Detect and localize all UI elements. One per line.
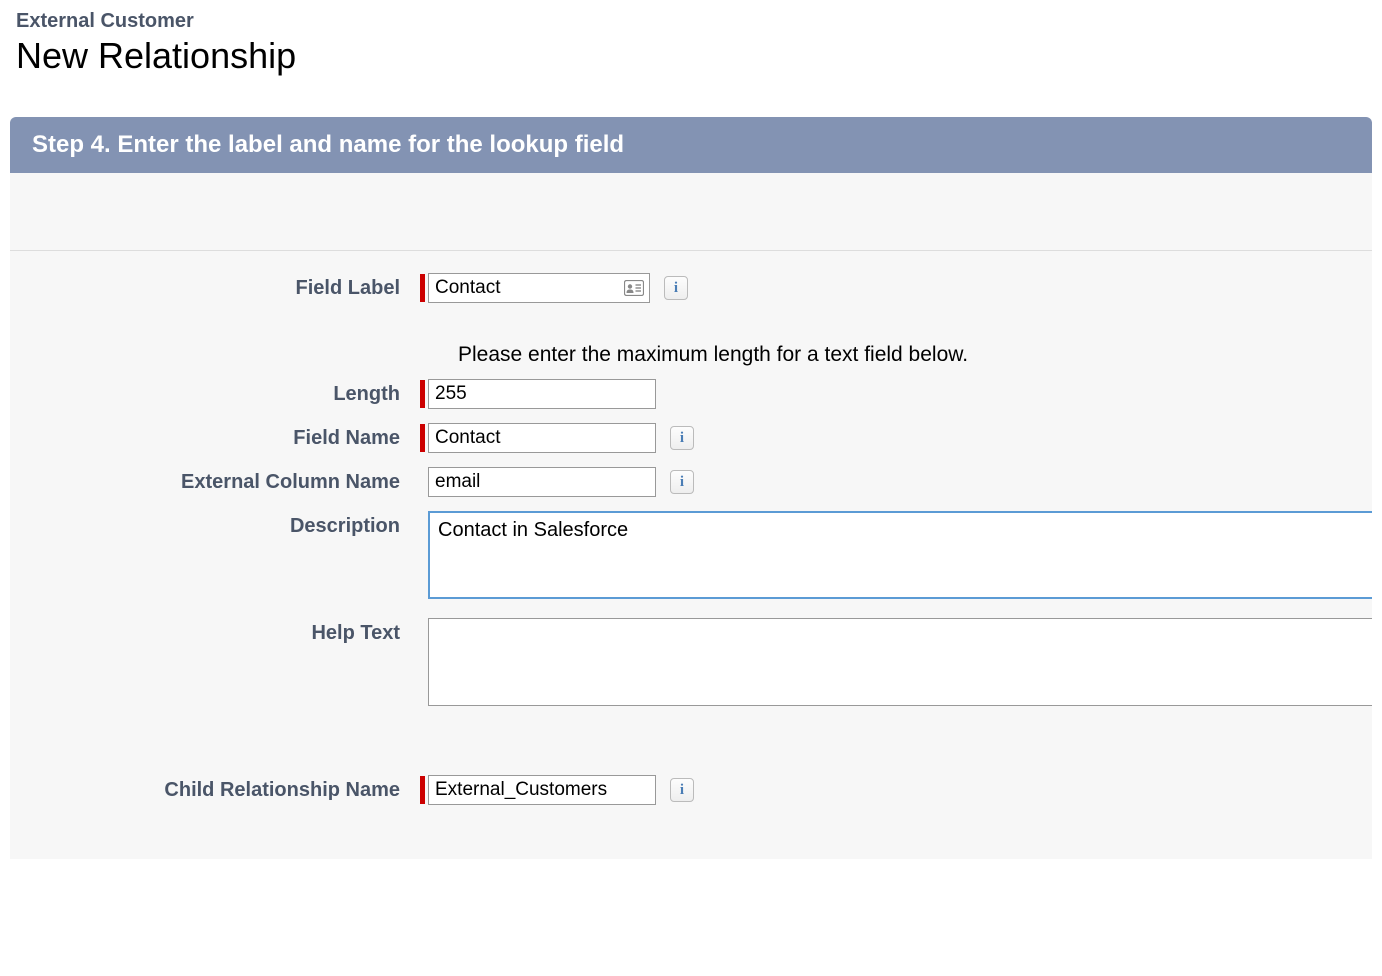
length-row: Length xyxy=(10,379,1372,409)
info-icon: i xyxy=(680,430,684,447)
step-header: Step 4. Enter the label and name for the… xyxy=(10,117,1372,173)
form-area: Field Label xyxy=(10,173,1372,859)
length-control xyxy=(420,379,1372,409)
required-indicator xyxy=(420,380,425,408)
info-icon: i xyxy=(680,782,684,799)
external-column-name-label: External Column Name xyxy=(10,467,420,494)
help-text-row: Help Text xyxy=(10,618,1372,711)
field-label-input-wrapper xyxy=(428,273,650,303)
external-column-name-row: External Column Name i xyxy=(10,467,1372,497)
page-title: New Relationship xyxy=(16,35,1366,77)
field-label-row: Field Label xyxy=(10,273,1372,303)
form-body: Field Label xyxy=(10,251,1372,859)
child-relationship-name-row: Child Relationship Name i xyxy=(10,775,1372,805)
field-label-input[interactable] xyxy=(428,273,650,303)
external-column-name-info-icon[interactable]: i xyxy=(670,470,694,494)
field-label-info-icon[interactable]: i xyxy=(664,276,688,300)
page-header: External Customer New Relationship xyxy=(0,0,1382,97)
child-relationship-name-label: Child Relationship Name xyxy=(10,775,420,802)
child-relationship-name-control: i xyxy=(420,775,1372,805)
field-label-label: Field Label xyxy=(10,273,420,300)
section-gap xyxy=(10,725,1372,775)
child-relationship-name-info-icon[interactable]: i xyxy=(670,778,694,802)
field-name-input[interactable] xyxy=(428,423,656,453)
external-column-name-input[interactable] xyxy=(428,467,656,497)
description-label: Description xyxy=(10,511,420,538)
description-control xyxy=(420,511,1372,604)
description-row: Description xyxy=(10,511,1372,604)
length-label: Length xyxy=(10,379,420,406)
form-spacer xyxy=(10,173,1372,251)
external-column-name-control: i xyxy=(420,467,1372,497)
field-name-control: i xyxy=(420,423,1372,453)
field-name-row: Field Name i xyxy=(10,423,1372,453)
field-name-info-icon[interactable]: i xyxy=(670,426,694,450)
child-relationship-name-input[interactable] xyxy=(428,775,656,805)
step-panel: Step 4. Enter the label and name for the… xyxy=(10,117,1372,859)
field-label-control: i xyxy=(420,273,1372,303)
length-input[interactable] xyxy=(428,379,656,409)
breadcrumb: External Customer xyxy=(16,10,1366,33)
required-indicator xyxy=(420,424,425,452)
info-icon: i xyxy=(674,280,678,297)
help-text-control xyxy=(420,618,1372,711)
required-indicator xyxy=(420,776,425,804)
length-instruction: Please enter the maximum length for a te… xyxy=(10,343,1372,367)
field-name-label: Field Name xyxy=(10,423,420,450)
help-text-label: Help Text xyxy=(10,618,420,645)
help-text-input[interactable] xyxy=(428,618,1372,706)
description-input[interactable] xyxy=(428,511,1372,599)
required-indicator xyxy=(420,274,425,302)
info-icon: i xyxy=(680,474,684,491)
